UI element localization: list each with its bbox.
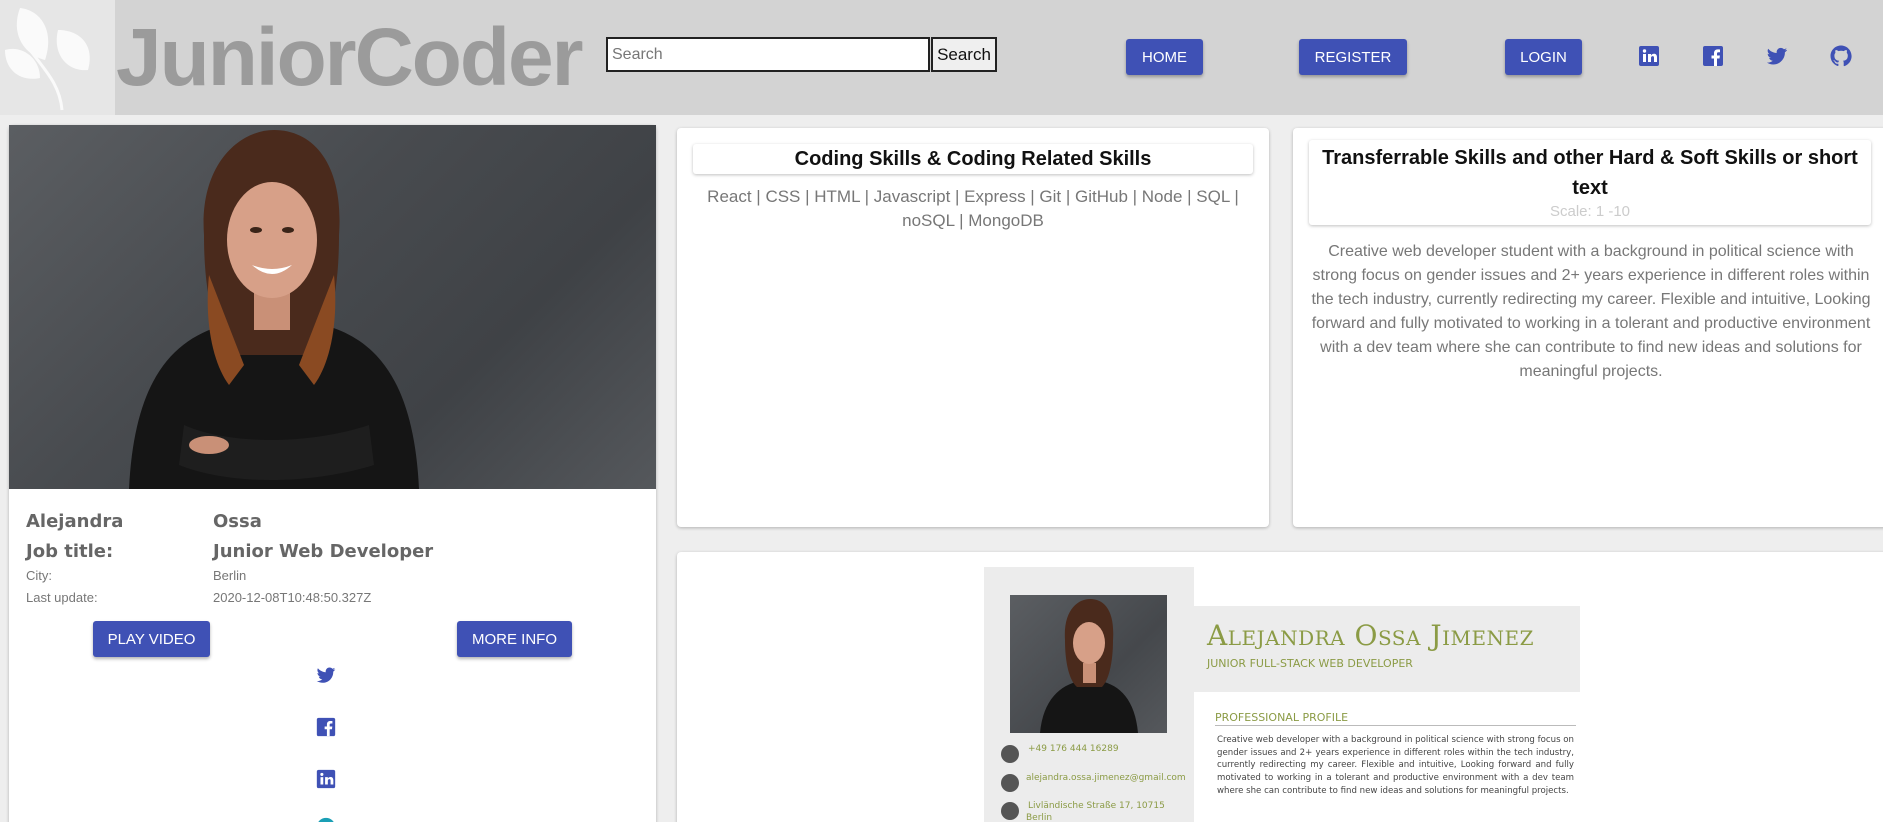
first-name: Alejandra (26, 511, 124, 532)
home-button[interactable]: HOME (1126, 39, 1203, 75)
cv-address-line2: Berlin (1026, 813, 1053, 822)
logo-leaf-icon[interactable] (0, 0, 115, 115)
github-icon[interactable] (1829, 44, 1853, 68)
location-icon (1001, 802, 1019, 820)
twitter-icon[interactable] (315, 664, 337, 686)
cv-role: JUNIOR FULL-STACK WEB DEVELOPER (1207, 657, 1413, 670)
coding-skills-title: Coding Skills & Coding Related Skills (794, 148, 1152, 170)
job-title: Junior Web Developer (213, 541, 434, 562)
coding-skills-card: Coding Skills & Coding Related Skills Re… (677, 128, 1269, 527)
coding-skills-list: React | CSS | HTML | Javascript | Expres… (707, 187, 1239, 230)
job-title-label: Job title: (26, 541, 114, 562)
last-update-label: Last update: (26, 590, 98, 605)
cv-name: Alejandra Ossa Jimenez (1207, 619, 1535, 652)
linkedin-icon[interactable] (1637, 44, 1661, 68)
city: Berlin (213, 568, 247, 583)
cv-card: Alejandra Ossa Jimenez JUNIOR FULL-STACK… (677, 552, 1883, 822)
cv-profile-text: Creative web developer with a background… (1217, 735, 1574, 796)
cv-address-line1: Livländische Straße 17, 10715 (1028, 801, 1165, 811)
profile-card: Alejandra Ossa Job title: Junior Web Dev… (9, 125, 656, 822)
linkedin-icon[interactable] (315, 768, 337, 790)
transferrable-skills-title: Transferrable Skills and other Hard & So… (1322, 147, 1858, 199)
transferrable-skills-text: Creative web developer student with a ba… (1311, 243, 1871, 380)
cv-photo (1010, 595, 1167, 733)
logo-text[interactable]: JuniorCoder (116, 10, 583, 105)
cv-section-title: PROFESSIONAL PROFILE (1215, 711, 1349, 724)
play-video-button[interactable]: PLAY VIDEO (93, 621, 210, 657)
register-button[interactable]: REGISTER (1299, 39, 1407, 75)
email-icon (1001, 774, 1019, 792)
last-name: Ossa (213, 511, 262, 532)
search-button[interactable]: Search (931, 37, 997, 72)
login-button[interactable]: LOGIN (1505, 39, 1582, 75)
header: JuniorCoder Search HOME REGISTER LOGIN (0, 0, 1883, 115)
coding-skills-header: Coding Skills & Coding Related Skills (693, 144, 1253, 174)
city-label: City: (26, 568, 52, 583)
twitter-icon[interactable] (1765, 44, 1789, 68)
profile-photo (9, 125, 656, 489)
cv-phone: +49 176 444 16289 (1028, 744, 1119, 754)
search-input[interactable] (606, 37, 930, 72)
more-info-button[interactable]: MORE INFO (457, 621, 572, 657)
transferrable-skills-header: Transferrable Skills and other Hard & So… (1309, 140, 1871, 225)
last-update: 2020-12-08T10:48:50.327Z (213, 590, 372, 605)
transferrable-skills-scale: Scale: 1 -10 (1549, 203, 1631, 220)
cv-divider (1215, 725, 1576, 726)
link-icon[interactable] (315, 816, 337, 822)
cv-email: alejandra.ossa.jimenez@gmail.com (1026, 773, 1186, 783)
phone-icon (1001, 745, 1019, 763)
facebook-icon[interactable] (315, 716, 337, 738)
transferrable-skills-card: Transferrable Skills and other Hard & So… (1293, 128, 1883, 527)
facebook-icon[interactable] (1701, 44, 1725, 68)
